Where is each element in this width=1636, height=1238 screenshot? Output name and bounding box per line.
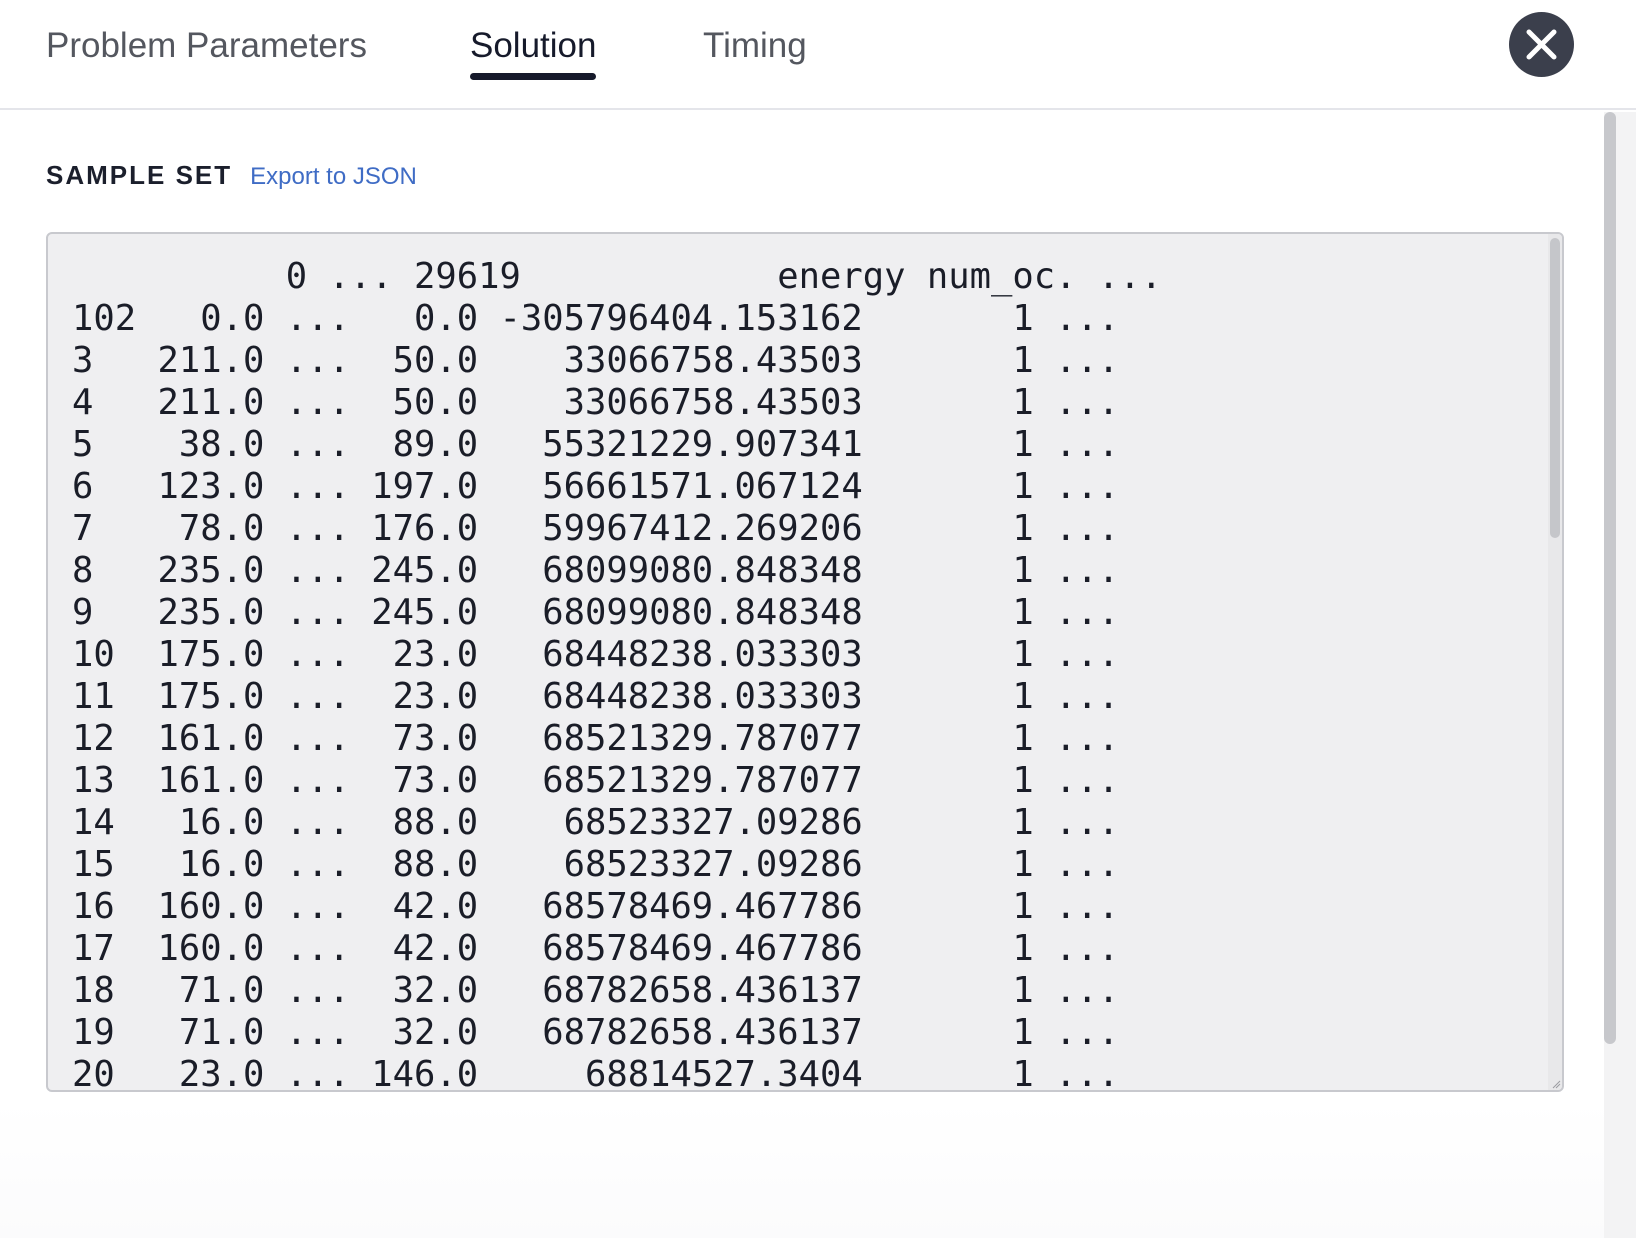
sample-set-textarea[interactable]: 0 ... 29619 energy num_oc. ... 102 0.0 .… xyxy=(46,232,1564,1092)
tab-solution[interactable]: Solution xyxy=(470,22,597,80)
close-icon xyxy=(1526,29,1557,60)
close-button[interactable] xyxy=(1509,12,1574,77)
sample-scrollbar[interactable] xyxy=(1548,234,1562,1090)
tab-timing[interactable]: Timing xyxy=(703,22,807,78)
export-json-link[interactable]: Export to JSON xyxy=(250,163,417,191)
sample-scroll-thumb[interactable] xyxy=(1550,238,1560,538)
resize-grip-icon[interactable] xyxy=(1551,1079,1561,1089)
section-title: SAMPLE SET xyxy=(46,160,233,190)
tab-bar: Problem Parameters Solution Timing xyxy=(0,0,1636,110)
sample-set-text: 0 ... 29619 energy num_oc. ... 102 0.0 .… xyxy=(72,256,1163,1090)
sample-set-header: SAMPLE SET Export to JSON xyxy=(46,160,417,200)
panel-footer xyxy=(0,1100,1604,1238)
tab-problem-parameters[interactable]: Problem Parameters xyxy=(46,22,367,78)
page-scroll-thumb[interactable] xyxy=(1604,112,1616,1044)
